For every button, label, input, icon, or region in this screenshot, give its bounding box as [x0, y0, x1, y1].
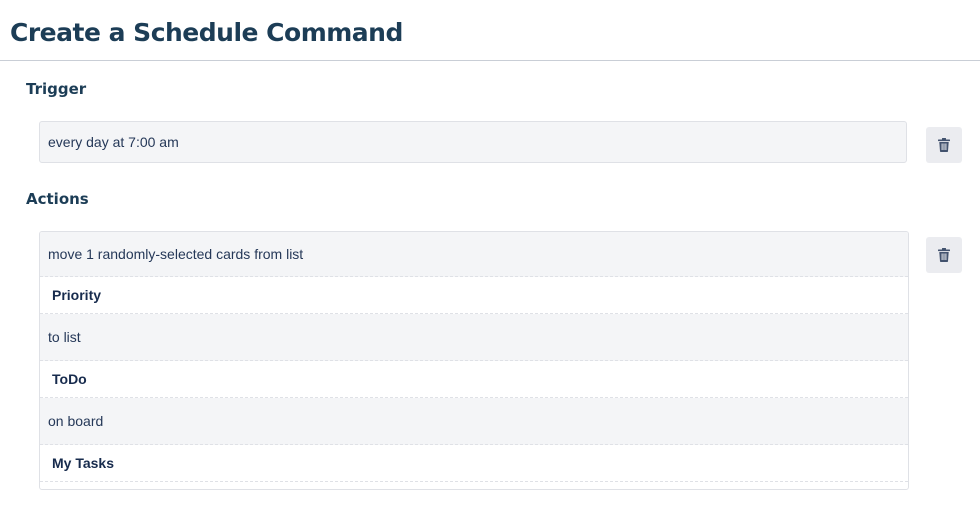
- board-field[interactable]: My Tasks: [40, 445, 908, 482]
- action-text-segment: on board: [40, 398, 908, 445]
- page-title: Create a Schedule Command: [10, 18, 403, 47]
- target-list-field[interactable]: ToDo: [40, 361, 908, 398]
- trash-icon: [938, 138, 950, 152]
- delete-action-button[interactable]: [926, 237, 962, 273]
- schedule-command-editor: Create a Schedule Command Trigger every …: [0, 0, 980, 506]
- trigger-rule[interactable]: every day at 7:00 am: [39, 121, 907, 163]
- actions-heading: Actions: [26, 190, 89, 208]
- header-divider: [0, 60, 980, 61]
- action-text-segment: to list: [40, 314, 908, 361]
- action-text-segment: move 1 randomly-selected cards from list: [40, 232, 908, 277]
- trigger-heading: Trigger: [26, 80, 87, 98]
- trash-icon: [938, 248, 950, 262]
- source-list-field[interactable]: Priority: [40, 277, 908, 314]
- action-rule: move 1 randomly-selected cards from list…: [39, 231, 909, 490]
- delete-trigger-button[interactable]: [926, 127, 962, 163]
